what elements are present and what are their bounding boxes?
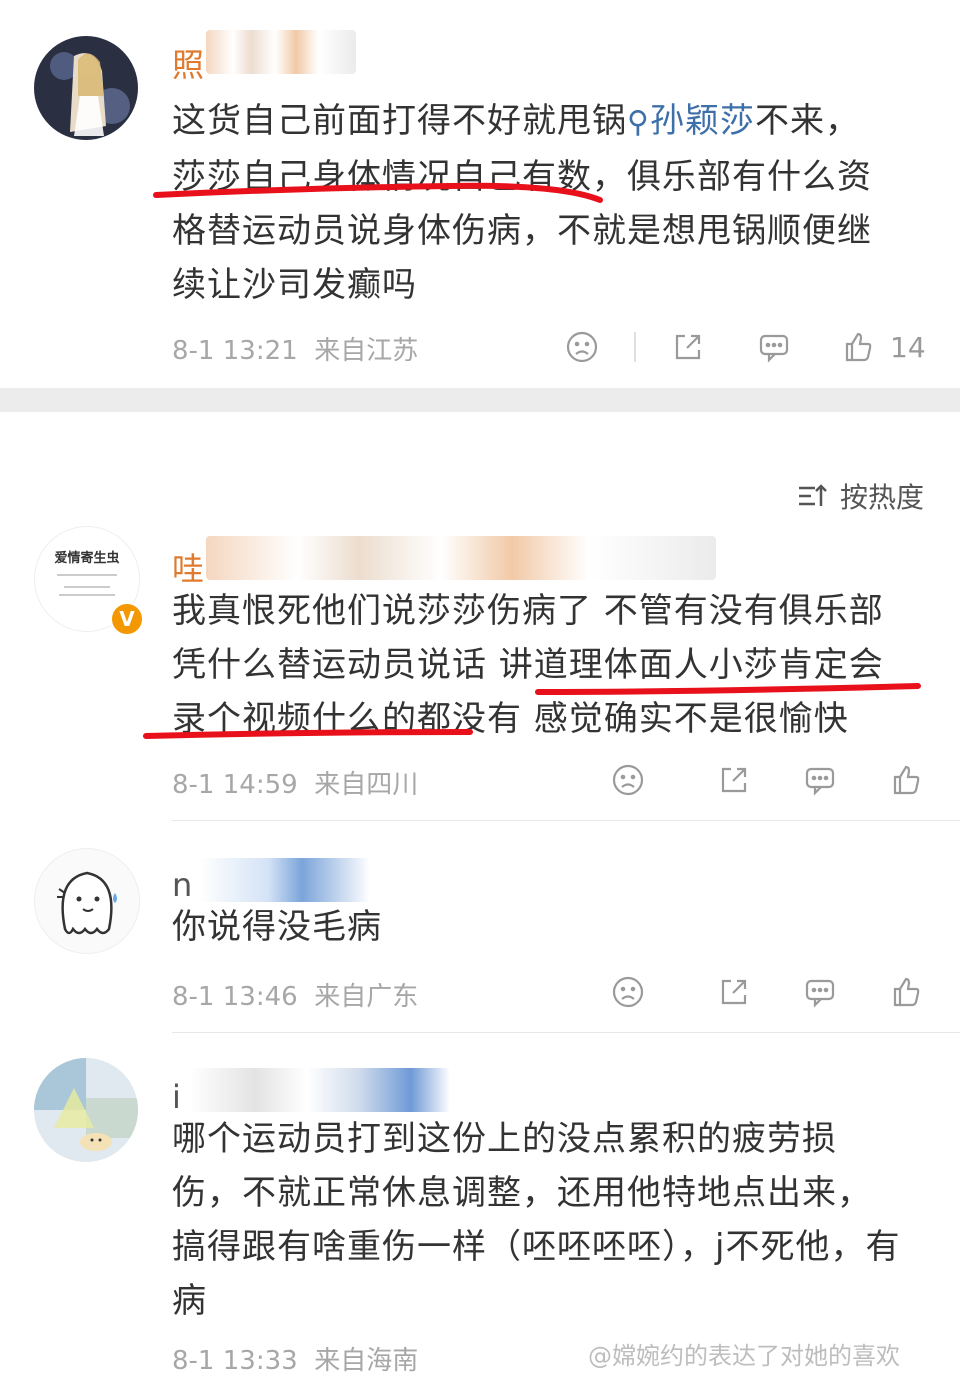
comment-icon[interactable] bbox=[798, 758, 842, 802]
comment-meta: 8-1 13:21 来自江苏 bbox=[172, 336, 419, 366]
username-blur bbox=[206, 536, 716, 580]
avatar[interactable] bbox=[34, 36, 138, 140]
share-icon[interactable] bbox=[712, 758, 756, 802]
comment-actions: 14 bbox=[560, 325, 926, 369]
sort-label: 按热度 bbox=[839, 481, 924, 514]
comment-meta: 8-1 14:59 来自四川 bbox=[172, 770, 419, 800]
comment-list: 按热度 爱情寄生虫 V 哇 我真恨死他们说莎莎伤病了 不管有没有俱乐部 凭什么替… bbox=[0, 412, 960, 1389]
thumbs-up-icon[interactable] bbox=[836, 325, 880, 369]
sad-face-icon[interactable] bbox=[560, 325, 604, 369]
topic-link[interactable]: 孙颖莎 bbox=[650, 101, 755, 141]
avatar[interactable] bbox=[34, 848, 140, 954]
verified-badge: V bbox=[110, 602, 144, 636]
comment-divider bbox=[172, 820, 960, 821]
watermark: @嫦婉约的表达了对她的喜欢 bbox=[588, 1342, 900, 1370]
search-icon: ⚲ bbox=[627, 105, 650, 140]
avatar[interactable] bbox=[34, 1058, 138, 1162]
username[interactable]: n bbox=[172, 866, 194, 904]
comment-meta: 8-1 13:46 来自广东 bbox=[172, 982, 419, 1012]
like-count: 14 bbox=[890, 330, 926, 364]
sad-face-icon[interactable] bbox=[606, 970, 650, 1014]
highlight-underline bbox=[153, 182, 603, 203]
comment-actions bbox=[606, 970, 928, 1014]
share-icon[interactable] bbox=[712, 970, 756, 1014]
highlight-underline bbox=[143, 683, 921, 739]
sort-icon bbox=[798, 484, 827, 506]
sort-button[interactable]: 按热度 bbox=[796, 476, 924, 516]
username-blur bbox=[206, 30, 356, 74]
avatar-text: 爱情寄生虫 bbox=[54, 551, 120, 566]
thumbs-up-icon[interactable] bbox=[884, 970, 928, 1014]
comment-divider bbox=[172, 1032, 960, 1033]
comment-actions bbox=[606, 758, 928, 802]
username-blur bbox=[190, 1068, 450, 1112]
comment-icon[interactable] bbox=[752, 325, 796, 369]
comment-icon[interactable] bbox=[798, 970, 842, 1014]
comment-meta: 8-1 13:33 来自海南 bbox=[172, 1346, 419, 1376]
comment-text: 哪个运动员打到这份上的没点累积的疲劳损 伤，不就正常休息调整，还用他特地点出来，… bbox=[172, 1119, 901, 1321]
username[interactable]: i bbox=[172, 1078, 183, 1116]
comment-card-1: 照 这货自己前面打得不好就甩锅⚲孙颖莎不来， 莎莎自己身体情况自己有数，俱乐部有… bbox=[0, 0, 960, 388]
share-icon[interactable] bbox=[666, 325, 710, 369]
section-gap bbox=[0, 388, 960, 412]
username-blur bbox=[200, 858, 370, 902]
username[interactable]: 照 bbox=[172, 40, 206, 86]
comment-text: 你说得没毛病 bbox=[172, 907, 382, 947]
thumbs-up-icon[interactable] bbox=[884, 758, 928, 802]
action-divider bbox=[634, 332, 636, 362]
sad-face-icon[interactable] bbox=[606, 758, 650, 802]
